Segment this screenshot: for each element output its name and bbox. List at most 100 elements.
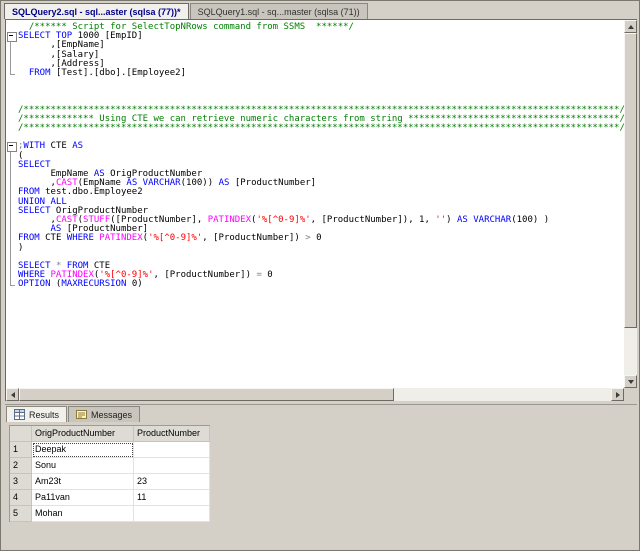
arrow-right-icon xyxy=(616,392,620,398)
gutter xyxy=(6,253,18,262)
code-line[interactable]: ( xyxy=(6,152,624,161)
gutter xyxy=(6,198,18,207)
arrow-up-icon xyxy=(628,25,634,29)
tab-sqlquery1[interactable]: SQLQuery1.sql - sq...master (sqlsa (71)) xyxy=(190,3,368,19)
gutter xyxy=(6,271,18,280)
code-line[interactable]: ;WITH CTE AS xyxy=(6,142,624,151)
grid-cell[interactable]: 11 xyxy=(134,490,210,506)
row-number[interactable]: 3 xyxy=(10,474,32,490)
gutter xyxy=(6,97,18,106)
gutter xyxy=(6,23,18,32)
code-line[interactable]: FROM test.dbo.Employee2 xyxy=(6,188,624,197)
results-tab-bar: Results Messages xyxy=(5,405,637,422)
horizontal-scroll-thumb[interactable] xyxy=(19,388,394,401)
grid-cell[interactable]: Sonu xyxy=(32,458,134,474)
gutter xyxy=(6,188,18,197)
grid-cell[interactable] xyxy=(134,458,210,474)
row-number[interactable]: 4 xyxy=(10,490,32,506)
grid-cell[interactable] xyxy=(134,442,210,458)
gutter xyxy=(6,280,18,289)
tab-sqlquery2[interactable]: SQLQuery2.sql - sql...aster (sqlsa (77))… xyxy=(4,3,189,19)
messages-icon xyxy=(76,409,87,420)
fold-toggle-icon[interactable] xyxy=(6,32,18,41)
arrow-down-icon xyxy=(628,380,634,384)
horizontal-scroll-track[interactable] xyxy=(19,388,611,401)
gutter xyxy=(6,161,18,170)
gutter xyxy=(6,51,18,60)
table-row: 3Am23t23 xyxy=(10,474,210,490)
code-text: ) xyxy=(18,244,23,253)
gutter xyxy=(6,244,18,253)
row-number[interactable]: 1 xyxy=(10,442,32,458)
grid-rows: 1Deepak2Sonu3Am23t234Pa11van115Mohan xyxy=(10,442,210,522)
results-tab-label: Results xyxy=(29,410,59,420)
gutter xyxy=(6,41,18,50)
gutter xyxy=(6,152,18,161)
table-row: 4Pa11van11 xyxy=(10,490,210,506)
code-line[interactable] xyxy=(6,78,624,87)
gutter xyxy=(6,225,18,234)
gutter xyxy=(6,87,18,96)
sql-editor[interactable]: /****** Script for SelectTopNRows comman… xyxy=(5,19,637,401)
grid-cell[interactable]: Am23t xyxy=(32,474,134,490)
gutter xyxy=(6,60,18,69)
row-number[interactable]: 2 xyxy=(10,458,32,474)
code-viewport[interactable]: /****** Script for SelectTopNRows comman… xyxy=(6,20,624,388)
gutter xyxy=(6,170,18,179)
gutter xyxy=(6,216,18,225)
grid-corner-cell[interactable] xyxy=(10,426,32,442)
tab-label: SQLQuery1.sql - sq...master (sqlsa (71)) xyxy=(198,7,360,17)
column-header[interactable]: ProductNumber xyxy=(134,426,210,442)
table-row: 1Deepak xyxy=(10,442,210,458)
scroll-right-button[interactable] xyxy=(611,388,624,401)
grid-cell[interactable]: Mohan xyxy=(32,506,134,522)
code-line[interactable]: ) xyxy=(6,244,624,253)
code-text: OPTION (MAXRECURSION 0) xyxy=(18,280,143,289)
vertical-scrollbar[interactable] xyxy=(624,20,637,388)
gutter xyxy=(6,179,18,188)
code-line[interactable]: /***************************************… xyxy=(6,124,624,133)
grid-cell[interactable]: 23 xyxy=(134,474,210,490)
results-grid: OrigProductNumber ProductNumber 1Deepak2… xyxy=(9,425,210,522)
scroll-up-button[interactable] xyxy=(624,20,637,33)
fold-toggle-icon[interactable] xyxy=(6,142,18,151)
code-text: /***************************************… xyxy=(18,124,624,133)
gutter xyxy=(6,69,18,78)
grid-header-row: OrigProductNumber ProductNumber xyxy=(10,426,210,442)
code-line[interactable]: FROM CTE WHERE PATINDEX('%[^0-9]%', [Pro… xyxy=(6,234,624,243)
code-line[interactable] xyxy=(6,87,624,96)
gutter xyxy=(6,262,18,271)
gutter xyxy=(6,207,18,216)
ssms-window: SQLQuery2.sql - sql...aster (sqlsa (77))… xyxy=(0,0,640,551)
grid-cell[interactable]: Deepak xyxy=(32,442,134,458)
horizontal-scrollbar[interactable] xyxy=(6,388,624,401)
code-line[interactable]: OPTION (MAXRECURSION 0) xyxy=(6,280,624,289)
tab-messages[interactable]: Messages xyxy=(68,406,140,422)
table-row: 5Mohan xyxy=(10,506,210,522)
arrow-left-icon xyxy=(11,392,15,398)
results-grid-icon xyxy=(14,409,25,420)
vertical-scroll-thumb[interactable] xyxy=(624,33,637,328)
code-line[interactable]: FROM [Test].[dbo].[Employee2] xyxy=(6,69,624,78)
tab-label: SQLQuery2.sql - sql...aster (sqlsa (77))… xyxy=(12,7,181,17)
code-text: FROM CTE WHERE PATINDEX('%[^0-9]%', [Pro… xyxy=(18,234,321,243)
table-row: 2Sonu xyxy=(10,458,210,474)
gutter xyxy=(6,115,18,124)
row-number[interactable]: 5 xyxy=(10,506,32,522)
gutter xyxy=(6,234,18,243)
document-tab-bar: SQLQuery2.sql - sql...aster (sqlsa (77))… xyxy=(2,2,638,19)
grid-cell[interactable]: Pa11van xyxy=(32,490,134,506)
gutter xyxy=(6,106,18,115)
code-text: ;WITH CTE AS xyxy=(18,142,83,151)
results-pane: Results Messages OrigProductNumber Produ… xyxy=(5,404,637,548)
tab-results[interactable]: Results xyxy=(6,406,67,422)
grid-cell[interactable] xyxy=(134,506,210,522)
scrollbar-corner xyxy=(624,388,637,401)
scroll-left-button[interactable] xyxy=(6,388,19,401)
code-text: FROM [Test].[dbo].[Employee2] xyxy=(18,69,186,78)
messages-tab-label: Messages xyxy=(91,410,132,420)
gutter xyxy=(6,78,18,87)
column-header[interactable]: OrigProductNumber xyxy=(32,426,134,442)
code-line[interactable] xyxy=(6,133,624,142)
scroll-down-button[interactable] xyxy=(624,375,637,388)
